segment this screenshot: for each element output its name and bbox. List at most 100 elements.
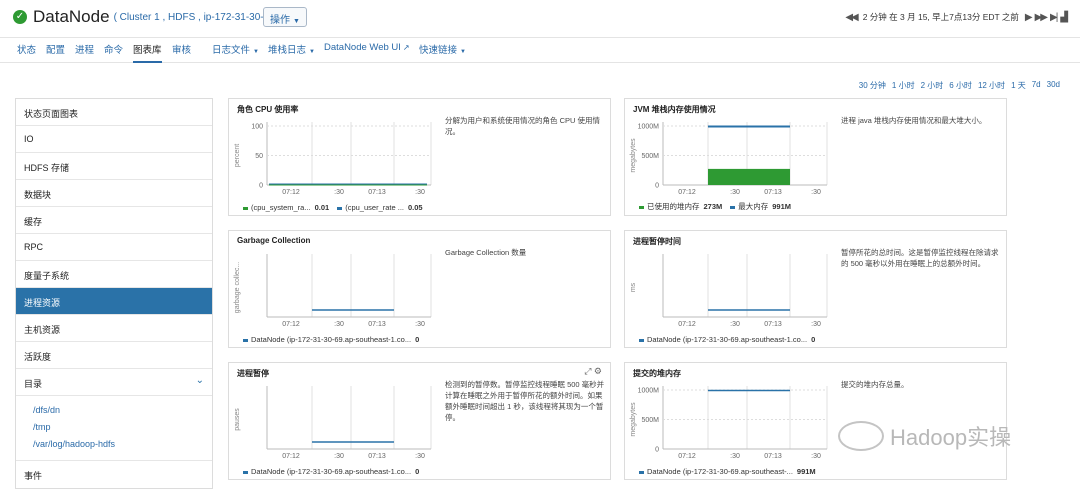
sidebar-item-cache[interactable]: 缓存 [16, 207, 212, 234]
sidebar-item-io[interactable]: IO [16, 126, 212, 153]
jump-to-now-icon[interactable]: ▶| [1050, 12, 1058, 23]
x-tick-label: :30 [415, 189, 425, 196]
operations-button[interactable]: 操作 ▼ [263, 7, 307, 27]
chart-plot: 07:12:30 07:13:30 garbage collec... [234, 254, 432, 328]
chart-description: 进程 java 堆栈内存使用情况和最大堆大小。 [841, 116, 987, 125]
x-tick-label: :30 [334, 189, 344, 196]
legend-value: 991M [796, 467, 816, 476]
directory-list: /dfs/dn /tmp /var/log/hadoop-hdfs [16, 396, 212, 461]
y-axis-label: megabytes [630, 402, 637, 437]
directory-link[interactable]: /dfs/dn [33, 402, 212, 419]
y-axis-label: garbage collec... [234, 262, 241, 313]
tab-config[interactable]: 配置 [46, 42, 65, 63]
chart-legend: DataNode (ip-172-31-30-69.ap-southeast-1… [639, 335, 815, 344]
expand-icon[interactable]: ⤢ [584, 366, 591, 376]
legend-value: 0 [415, 335, 420, 344]
step-back-icon[interactable]: ◀◀ [845, 12, 858, 23]
x-tick-label: 07:12 [282, 321, 300, 328]
directory-link[interactable]: /tmp [33, 419, 212, 436]
tab-processes[interactable]: 进程 [75, 42, 94, 63]
range-12h[interactable]: 12 小时 [978, 80, 1005, 91]
caret-down-icon: ▼ [293, 18, 300, 25]
range-30d[interactable]: 30d [1047, 80, 1060, 91]
legend-item[interactable]: DataNode (ip-172-31-30-69.ap-southeast-1… [639, 335, 815, 344]
x-tick-label: :30 [415, 453, 425, 460]
page-subtitle[interactable]: ( Cluster 1 , HDFS , ip-172-31-30-69 ) [114, 12, 281, 23]
sidebar: 状态页面图表 IO HDFS 存储 数据块 缓存 RPC 度量子系统 进程资源 … [15, 98, 213, 489]
directory-link[interactable]: /var/log/hadoop-hdfs [33, 436, 212, 453]
tab-log-files[interactable]: 日志文件 ▼ [212, 42, 259, 63]
sidebar-item-metrics-subsystem[interactable]: 度量子系统 [16, 261, 212, 288]
legend-name: DataNode (ip-172-31-30-69.ap-southeast-1… [647, 335, 808, 344]
sidebar-item-hdfs-storage[interactable]: HDFS 存储 [16, 153, 212, 180]
x-tick-label: 07:13 [764, 453, 782, 460]
y-tick-label: 1000M [638, 124, 660, 131]
range-30m[interactable]: 30 分钟 [859, 80, 886, 91]
range-1h[interactable]: 1 小时 [892, 80, 915, 91]
x-tick-label: :30 [811, 453, 821, 460]
chart-icon[interactable]: ▟ [1060, 12, 1068, 23]
sidebar-item-status-charts[interactable]: 状态页面图表 [16, 99, 212, 126]
x-tick-label: 07:12 [282, 453, 300, 460]
tab-audit[interactable]: 审核 [172, 42, 191, 63]
time-range-selector: 30 分钟 1 小时 2 小时 6 小时 12 小时 1 天 7d 30d [859, 80, 1060, 91]
sidebar-item-events[interactable]: 事件 [16, 461, 212, 488]
tab-chart-library[interactable]: 图表库 [133, 42, 162, 63]
caret-down-icon: ▼ [253, 49, 259, 55]
sidebar-item-host-resources[interactable]: 主机资源 [16, 315, 212, 342]
chart-plot: 07:12:30 07:13:30 megabytes1000M 500M 0 [630, 122, 828, 196]
gear-icon[interactable]: ⚙ [594, 366, 602, 376]
y-tick-label: 500M [641, 153, 659, 160]
chart-card-gc: Garbage Collection Garbage Collection 数量 0… [228, 230, 611, 348]
range-1d[interactable]: 1 天 [1011, 80, 1026, 91]
play-icon[interactable]: ▶ [1025, 12, 1033, 23]
caret-down-icon: ▼ [309, 49, 315, 55]
range-2h[interactable]: 2 小时 [921, 80, 944, 91]
legend-value: 0.01 [314, 203, 330, 212]
legend-swatch [243, 470, 248, 474]
legend-item[interactable]: DataNode (ip-172-31-30-69.ap-southeast-1… [243, 335, 419, 344]
sidebar-item-activity[interactable]: 活跃度 [16, 342, 212, 369]
legend-value: 0.05 [408, 203, 423, 212]
tab-commands[interactable]: 命令 [104, 42, 123, 63]
x-tick-label: 07:12 [678, 321, 696, 328]
sidebar-item-directories[interactable]: 目录 ⌄ [16, 369, 212, 396]
legend-item[interactable]: (cpu_user_rate ... 0.05 [337, 203, 423, 212]
legend-name: 最大内存 [738, 202, 769, 211]
chevron-down-icon[interactable]: ⌄ [196, 375, 204, 386]
chart-legend: 已使用的堆内存 273M 最大内存 991M [639, 201, 791, 212]
legend-name: 已使用的堆内存 [647, 202, 700, 211]
x-tick-label: :30 [811, 189, 821, 196]
sidebar-item-blocks[interactable]: 数据块 [16, 180, 212, 207]
tab-stack-logs[interactable]: 堆栈日志 ▼ [268, 42, 315, 63]
y-tick-label: 100 [251, 124, 263, 131]
chart-legend: DataNode (ip-172-31-30-69.ap-southeast-.… [639, 467, 816, 476]
x-tick-label: :30 [730, 189, 740, 196]
x-tick-label: 07:12 [678, 453, 696, 460]
legend-item[interactable]: DataNode (ip-172-31-30-69.ap-southeast-1… [243, 467, 419, 476]
x-tick-label: 07:13 [368, 189, 386, 196]
x-tick-label: :30 [415, 321, 425, 328]
time-text: 2 分钟 在 3 月 15, 早上7点13分 EDT 之前 [862, 12, 1019, 22]
legend-item[interactable]: DataNode (ip-172-31-30-69.ap-southeast-.… [639, 467, 816, 476]
wechat-logo-icon [838, 421, 884, 451]
legend-item[interactable]: 最大内存 991M [730, 201, 791, 212]
tab-web-ui[interactable]: DataNode Web UI ↗ [324, 42, 410, 63]
legend-item[interactable]: (cpu_system_ra... 0.01 [243, 203, 329, 212]
watermark: Hadoop实操 [838, 420, 1011, 452]
legend-swatch [639, 470, 644, 474]
legend-item[interactable]: 已使用的堆内存 273M [639, 201, 722, 212]
x-tick-label: :30 [730, 453, 740, 460]
legend-name: DataNode (ip-172-31-30-69.ap-southeast-1… [251, 335, 412, 344]
range-7d[interactable]: 7d [1032, 80, 1041, 91]
sidebar-item-process-resources[interactable]: 进程资源 [16, 288, 212, 315]
step-forward-icon[interactable]: ▶▶ [1035, 12, 1048, 23]
x-tick-label: 07:13 [764, 189, 782, 196]
external-link-icon: ↗ [402, 43, 410, 52]
chart-plot: 07:12:30 07:13:30 ms [630, 254, 828, 328]
tab-status[interactable]: 状态 [17, 42, 36, 63]
range-6h[interactable]: 6 小时 [949, 80, 972, 91]
sidebar-item-rpc[interactable]: RPC [16, 234, 212, 261]
directories-label: 目录 [24, 379, 43, 389]
tab-quick-links[interactable]: 快速链接 ▼ [419, 42, 466, 63]
